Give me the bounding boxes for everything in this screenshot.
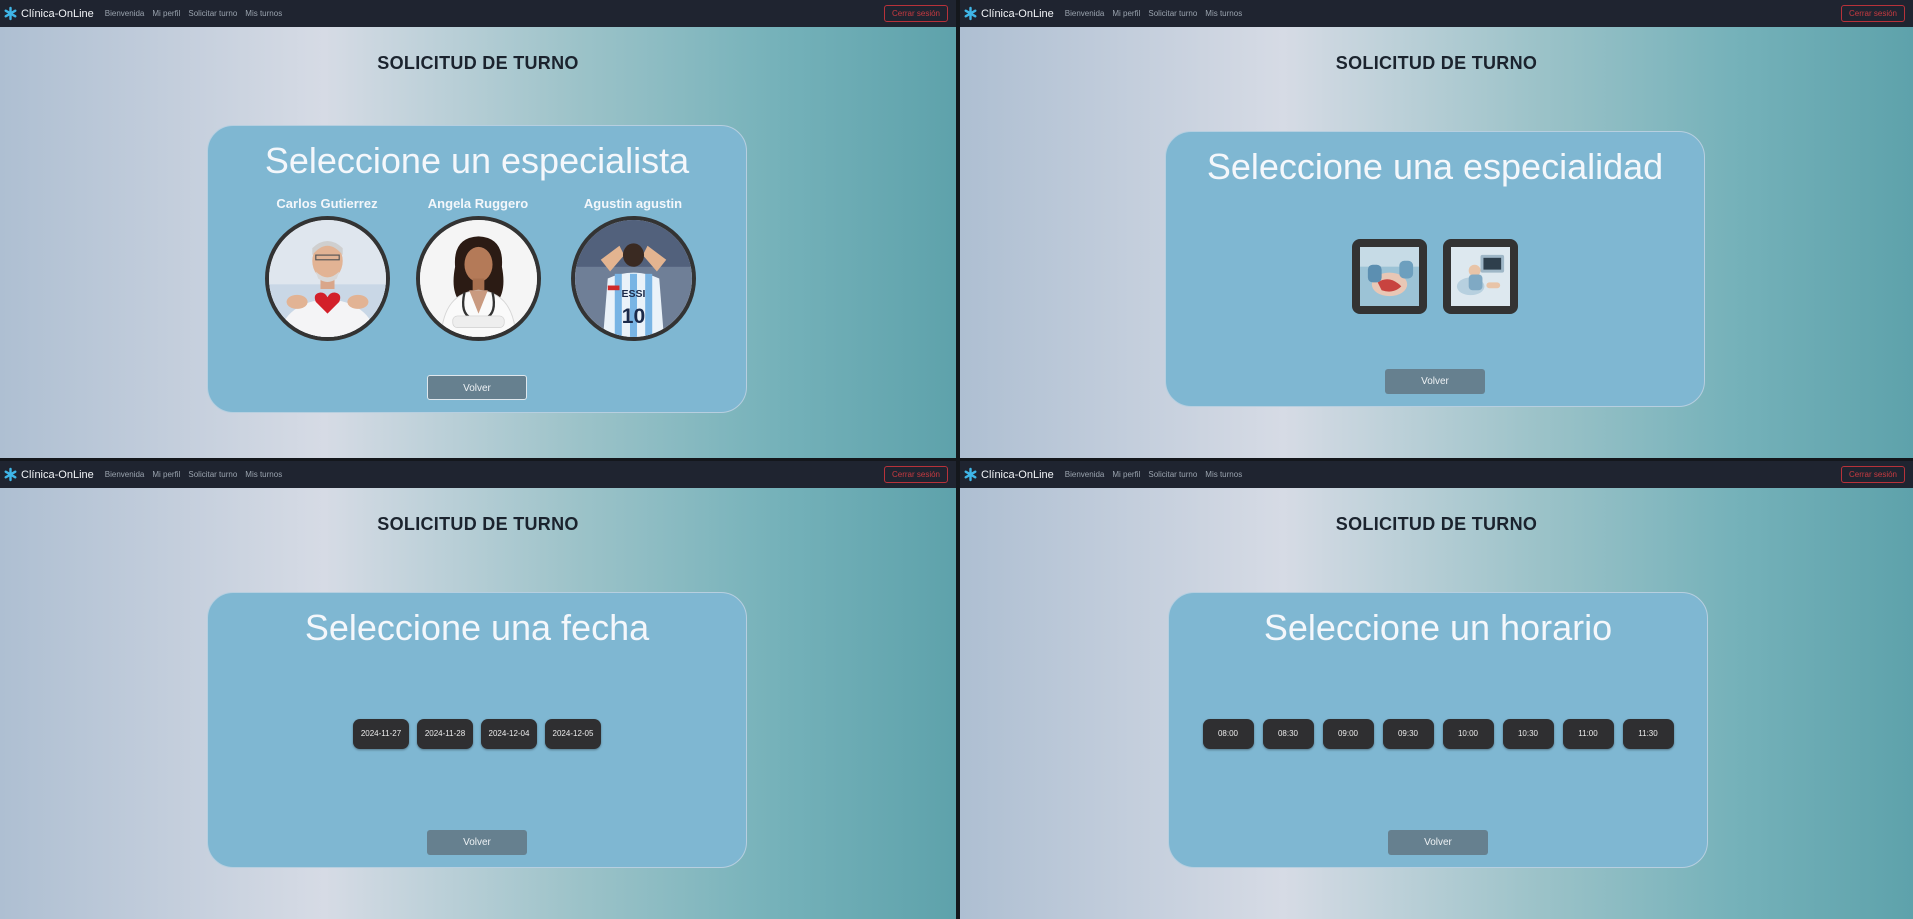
time-option[interactable]: 09:00: [1322, 719, 1374, 749]
logout-button[interactable]: Cerrar sesión: [883, 466, 948, 483]
time-options: 08:00 08:30 09:00 09:30 10:00 10:30 11:0…: [1169, 719, 1707, 749]
doctor-name: Agustin agustin: [583, 196, 683, 211]
nav-link-mi-perfil[interactable]: Mi perfil: [1112, 470, 1140, 479]
date-card: Seleccione una fecha 2024-11-27 2024-11-…: [207, 592, 747, 868]
screenshot-grid: Clínica-OnLine Bienvenida Mi perfil Soli…: [0, 0, 1913, 919]
nav-link-solicitar-turno[interactable]: Solicitar turno: [1148, 9, 1197, 18]
brand[interactable]: Clínica-OnLine: [963, 6, 1054, 21]
nav-link-solicitar-turno[interactable]: Solicitar turno: [188, 9, 237, 18]
date-option[interactable]: 2024-12-05: [545, 719, 601, 749]
brand-name: Clínica-OnLine: [21, 7, 94, 20]
brand[interactable]: Clínica-OnLine: [963, 467, 1054, 482]
clinic-logo-icon: [4, 6, 17, 21]
surgery-icon: [1360, 247, 1419, 306]
doctor-option-2[interactable]: Angela Ruggero: [413, 196, 543, 341]
football-player-image: ESSI 10: [574, 220, 692, 337]
nav-link-mis-turnos[interactable]: Mis turnos: [1205, 470, 1242, 479]
brand[interactable]: Clínica-OnLine: [3, 467, 94, 482]
ultrasound-icon: [1451, 247, 1510, 306]
panel-select-specialist: Clínica-OnLine Bienvenida Mi perfil Soli…: [0, 0, 956, 458]
nav-link-bienvenida[interactable]: Bienvenida: [1065, 9, 1105, 18]
back-button[interactable]: Volver: [427, 830, 527, 855]
time-option[interactable]: 11:00: [1562, 719, 1614, 749]
svg-text:ESSI: ESSI: [621, 288, 645, 300]
brand-name: Clínica-OnLine: [981, 468, 1054, 481]
date-option[interactable]: 2024-12-04: [481, 719, 537, 749]
back-button[interactable]: Volver: [1385, 369, 1485, 394]
brand-name: Clínica-OnLine: [981, 7, 1054, 20]
doctor-option-1[interactable]: Carlos Gutierrez: [262, 196, 392, 341]
date-option[interactable]: 2024-11-27: [353, 719, 409, 749]
doctor-holding-heart-image: [268, 220, 386, 337]
time-option[interactable]: 08:30: [1262, 719, 1314, 749]
nav-link-bienvenida[interactable]: Bienvenida: [1065, 470, 1105, 479]
clinic-logo-icon: [964, 6, 977, 21]
nav-link-mis-turnos[interactable]: Mis turnos: [245, 9, 282, 18]
nav-link-solicitar-turno[interactable]: Solicitar turno: [1148, 470, 1197, 479]
card-title: Seleccione una fecha: [304, 607, 650, 648]
specialty-option-ultrasound[interactable]: [1443, 239, 1518, 314]
time-card: Seleccione un horario 08:00 08:30 09:00 …: [1168, 592, 1708, 868]
time-option[interactable]: 09:30: [1382, 719, 1434, 749]
brand-name: Clínica-OnLine: [21, 468, 94, 481]
date-options: 2024-11-27 2024-11-28 2024-12-04 2024-12…: [208, 719, 746, 749]
specialist-card: Seleccione un especialista Carlos Gutier…: [207, 125, 747, 413]
back-button[interactable]: Volver: [1388, 830, 1488, 855]
navbar: Clínica-OnLine Bienvenida Mi perfil Soli…: [0, 0, 956, 27]
page-title: SOLICITUD DE TURNO: [1335, 53, 1538, 73]
card-title: Seleccione una especialidad: [1206, 146, 1664, 187]
time-option[interactable]: 08:00: [1202, 719, 1254, 749]
panel-select-time: Clínica-OnLine Bienvenida Mi perfil Soli…: [960, 461, 1913, 919]
time-option[interactable]: 10:00: [1442, 719, 1494, 749]
navbar: Clínica-OnLine Bienvenida Mi perfil Soli…: [960, 461, 1913, 488]
doctor-name: Angela Ruggero: [427, 196, 529, 211]
logout-button[interactable]: Cerrar sesión: [1840, 466, 1905, 483]
nav-link-mi-perfil[interactable]: Mi perfil: [152, 9, 180, 18]
doctor-name: Carlos Gutierrez: [276, 196, 378, 211]
navbar: Clínica-OnLine Bienvenida Mi perfil Soli…: [960, 0, 1913, 27]
page-title: SOLICITUD DE TURNO: [377, 514, 579, 534]
clinic-logo-icon: [4, 467, 17, 482]
doctor-photo[interactable]: ESSI 10: [570, 216, 696, 341]
nav-link-bienvenida[interactable]: Bienvenida: [105, 470, 145, 479]
clinic-logo-icon: [964, 467, 977, 482]
doctor-option-3[interactable]: Agustin agustin ESSI 10: [568, 196, 698, 341]
page-title: SOLICITUD DE TURNO: [377, 53, 579, 73]
panel-select-date: Clínica-OnLine Bienvenida Mi perfil Soli…: [0, 461, 956, 919]
card-title: Seleccione un horario: [1263, 607, 1613, 648]
specialty-card: Seleccione una especialidad Volver: [1165, 131, 1705, 407]
specialty-option-surgery[interactable]: [1352, 239, 1427, 314]
navbar: Clínica-OnLine Bienvenida Mi perfil Soli…: [0, 461, 956, 488]
nav-link-bienvenida[interactable]: Bienvenida: [105, 9, 145, 18]
nav-link-mi-perfil[interactable]: Mi perfil: [152, 470, 180, 479]
time-option[interactable]: 10:30: [1502, 719, 1554, 749]
female-doctor-image: [419, 220, 537, 337]
time-option[interactable]: 11:30: [1622, 719, 1674, 749]
nav-link-mi-perfil[interactable]: Mi perfil: [1112, 9, 1140, 18]
date-option[interactable]: 2024-11-28: [417, 719, 473, 749]
doctor-photo[interactable]: [264, 216, 390, 341]
doctor-photo[interactable]: [415, 216, 541, 341]
logout-button[interactable]: Cerrar sesión: [883, 5, 948, 22]
nav-link-solicitar-turno[interactable]: Solicitar turno: [188, 470, 237, 479]
panel-divider: [0, 458, 1913, 461]
card-title: Seleccione un especialista: [264, 140, 690, 181]
page-title: SOLICITUD DE TURNO: [1335, 514, 1538, 534]
brand[interactable]: Clínica-OnLine: [3, 6, 94, 21]
panel-select-specialty: Clínica-OnLine Bienvenida Mi perfil Soli…: [960, 0, 1913, 458]
svg-text:10: 10: [621, 305, 644, 328]
nav-link-mis-turnos[interactable]: Mis turnos: [1205, 9, 1242, 18]
logout-button[interactable]: Cerrar sesión: [1840, 5, 1905, 22]
nav-link-mis-turnos[interactable]: Mis turnos: [245, 470, 282, 479]
back-button[interactable]: Volver: [427, 375, 527, 400]
